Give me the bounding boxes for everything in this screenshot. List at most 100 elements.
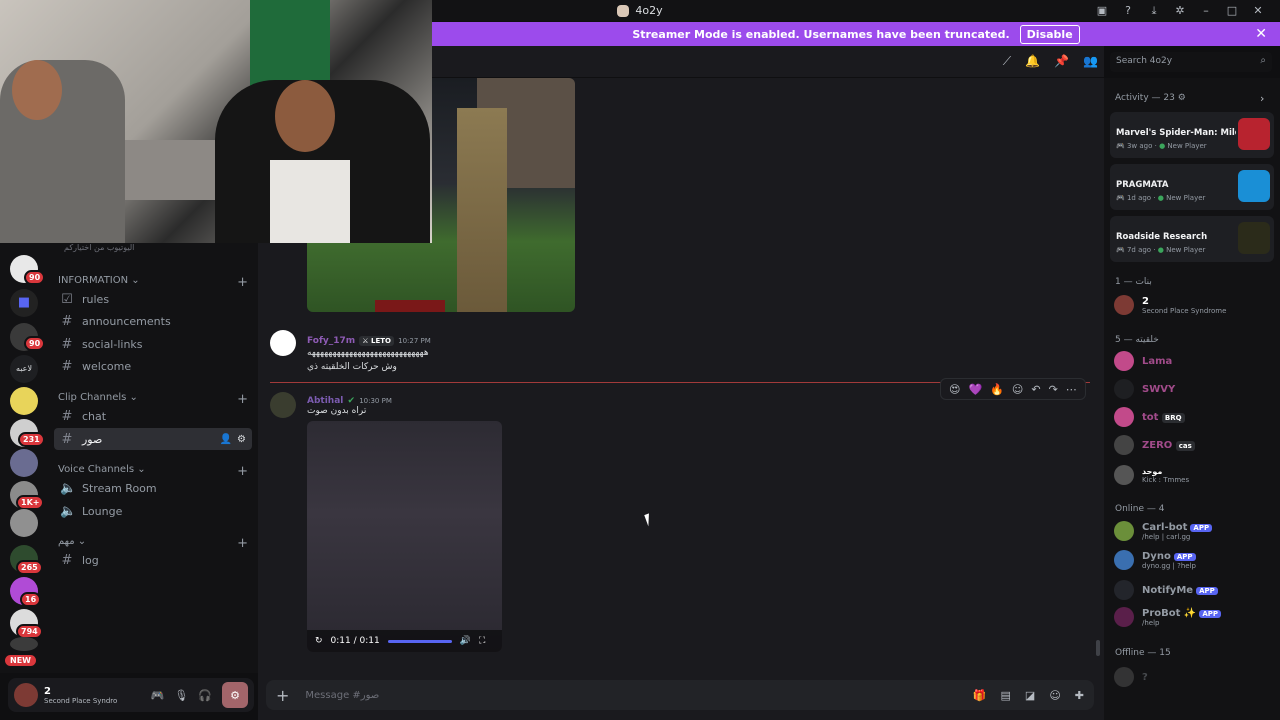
members-icon[interactable]: 👥: [1083, 54, 1098, 69]
minimize-icon[interactable]: –: [1200, 4, 1212, 17]
fullscreen-icon[interactable]: ⛶: [479, 636, 485, 646]
help-icon[interactable]: ?: [1122, 4, 1134, 17]
maximize-icon[interactable]: □: [1226, 4, 1238, 17]
channel-stream-room[interactable]: 🔈 Stream Room: [54, 477, 252, 499]
download-icon[interactable]: ⤓: [1148, 4, 1160, 17]
message-composer[interactable]: + Message #صور 🎁 ▤ ◪ ☺ ✚: [266, 680, 1094, 710]
member-item[interactable]: tot BRQ: [1114, 404, 1185, 430]
user-panel: 2 Second Place Syndro 🎮 🎙 🎧 ⚙: [8, 678, 254, 712]
search-input[interactable]: Search 4o2y ⌕: [1110, 52, 1272, 72]
volume-icon[interactable]: 🔊: [460, 636, 471, 646]
server-icon-8[interactable]: [10, 509, 38, 537]
message-username[interactable]: Fofy_17m: [307, 336, 355, 346]
avatar: [1114, 379, 1134, 399]
channel-lounge[interactable]: 🔈 Lounge: [54, 500, 252, 522]
window-title: 4o2y: [617, 4, 663, 17]
video-attachment[interactable]: ↻ 0:11 / 0:11 🔊 ⛶: [307, 421, 502, 652]
replay-icon[interactable]: ↻: [315, 636, 323, 646]
member-item[interactable]: 2 Second Place Syndrome: [1114, 292, 1226, 318]
speaker-icon: 🔈: [60, 480, 77, 496]
pin-icon[interactable]: 📌: [1054, 54, 1069, 69]
member-item[interactable]: Carl-bot APP/help | carl.gg: [1114, 518, 1213, 544]
member-tag: BRQ: [1161, 412, 1185, 423]
server-badge: 265: [16, 560, 43, 575]
invite-icon[interactable]: 👤: [220, 434, 232, 445]
member-item[interactable]: ?: [1114, 664, 1148, 690]
gear-icon[interactable]: ⚙: [222, 682, 248, 708]
member-item[interactable]: NotifyMe APP: [1114, 577, 1218, 603]
headphones-icon[interactable]: 🎧: [198, 689, 212, 702]
member-status: Second Place Syndrome: [1142, 306, 1227, 315]
server-icon-3[interactable]: لاعبه: [10, 355, 38, 383]
banner-close-icon[interactable]: ✕: [1255, 26, 1267, 42]
reaction-heart-eyes-icon[interactable]: 😍: [949, 383, 960, 396]
category-label: Clip Channels: [58, 392, 127, 403]
add-reaction-icon[interactable]: ☺: [1012, 383, 1023, 396]
member-name-row: ZERO cas: [1142, 440, 1195, 451]
member-item[interactable]: ProBot ✨ APP/help: [1114, 604, 1222, 630]
member-item[interactable]: SWVY: [1114, 376, 1175, 402]
avatar[interactable]: [270, 330, 296, 356]
channel-announcements[interactable]: # announcements: [54, 310, 252, 332]
channel-settings-icon[interactable]: ⚙: [237, 434, 246, 445]
member-item[interactable]: موحد Kick : Tmmes: [1114, 462, 1189, 488]
channel-social-links[interactable]: # social-links: [54, 333, 252, 355]
activity-header[interactable]: Activity — 23 ⚙: [1115, 93, 1186, 103]
channel-rules[interactable]: ☑ rules: [54, 288, 252, 310]
avatar[interactable]: [14, 683, 38, 707]
folder-icon[interactable]: ■: [10, 289, 38, 317]
emoji-icon[interactable]: ☺: [1049, 689, 1060, 702]
streamer-mode-banner: Streamer Mode is enabled. Usernames have…: [432, 22, 1280, 46]
member-name: Carl-bot: [1142, 521, 1188, 533]
avatar: [1114, 667, 1134, 687]
server-badge: 90: [24, 336, 46, 351]
server-icon-12[interactable]: [10, 637, 38, 651]
channel-chat[interactable]: # chat: [54, 405, 252, 427]
avatar: [1114, 407, 1134, 427]
gift-icon[interactable]: 🎁: [973, 689, 987, 702]
reaction-fire-icon[interactable]: 🔥: [990, 383, 1004, 396]
new-badge[interactable]: NEW: [5, 655, 36, 666]
member-item[interactable]: Lama: [1114, 348, 1172, 374]
reply-icon[interactable]: ↶: [1031, 383, 1040, 396]
message-username[interactable]: Abtihal: [307, 396, 343, 406]
server-icon-4[interactable]: [10, 387, 38, 415]
activity-card[interactable]: Marvel's Spider-Man: Mile... 🎮 3w ago · …: [1110, 112, 1274, 158]
gif-icon[interactable]: ▤: [1001, 689, 1011, 702]
bell-icon[interactable]: 🔔: [1025, 54, 1040, 69]
category-label: Voice Channels: [58, 464, 135, 475]
close-window-icon[interactable]: ✕: [1252, 4, 1264, 17]
inbox-icon[interactable]: ▣: [1096, 4, 1108, 17]
more-icon[interactable]: ⋯: [1066, 383, 1077, 396]
avatar[interactable]: [270, 392, 296, 418]
member-name: NotifyMe: [1142, 584, 1194, 596]
channel-pictures[interactable]: # صور 👤 ⚙: [54, 428, 252, 450]
chevron-right-icon[interactable]: ›: [1260, 92, 1264, 105]
reaction-purple-heart-icon[interactable]: 💜: [968, 383, 982, 396]
settings-icon[interactable]: ✲: [1174, 4, 1186, 17]
activity-meta: 🎮 3w ago · ● New Player: [1116, 142, 1207, 150]
sticker-icon[interactable]: ◪: [1025, 689, 1035, 702]
gamepad-icon[interactable]: 🎮: [151, 689, 165, 702]
disable-button[interactable]: Disable: [1019, 24, 1080, 44]
channel-log[interactable]: # log: [54, 549, 252, 571]
member-name-row: tot BRQ: [1142, 412, 1185, 423]
server-icon-6[interactable]: [10, 449, 38, 477]
activity-card[interactable]: Roadside Research 🎮 7d ago · ● New Playe…: [1110, 216, 1274, 262]
channel-item-top[interactable]: اليوتيوب من اختياركم: [64, 243, 134, 252]
window-title-text: 4o2y: [635, 4, 663, 17]
member-item[interactable]: ZERO cas: [1114, 432, 1195, 458]
video-progress[interactable]: [387, 639, 452, 643]
apps-icon[interactable]: ✚: [1075, 689, 1084, 702]
person-right: [215, 80, 430, 243]
add-attachment-icon[interactable]: +: [276, 686, 289, 705]
member-item[interactable]: Dyno APP dyno.gg | ?help: [1114, 547, 1196, 573]
activity-card[interactable]: PRAGMATA 🎮 1d ago · ● New Player: [1110, 164, 1274, 210]
channel-welcome[interactable]: # welcome: [54, 355, 252, 377]
user-info[interactable]: 2 Second Place Syndro: [44, 686, 117, 705]
forward-icon[interactable]: ↷: [1049, 383, 1058, 396]
threads-icon[interactable]: ⟋: [1003, 54, 1011, 69]
microphone-icon[interactable]: 🎙: [174, 689, 188, 702]
checkbox-channel-icon: ☑: [61, 291, 73, 307]
scrollbar[interactable]: [1096, 640, 1100, 656]
